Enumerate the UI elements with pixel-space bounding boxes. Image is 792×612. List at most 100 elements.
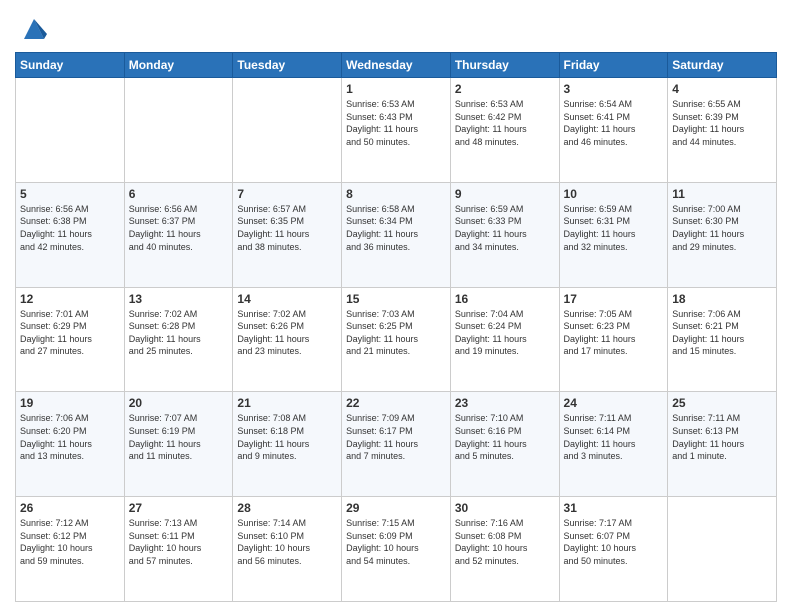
calendar-cell: 10 Sunrise: 6:59 AM Sunset: 6:31 PM Dayli… (559, 182, 668, 287)
header-wednesday: Wednesday (342, 53, 451, 78)
day-number: 22 (346, 396, 446, 410)
calendar-cell: 3 Sunrise: 6:54 AM Sunset: 6:41 PM Daylig… (559, 78, 668, 183)
calendar-cell: 30Sunrise: 7:16 AM Sunset: 6:08 PM Dayli… (450, 497, 559, 602)
calendar-week-1: 5 Sunrise: 6:56 AM Sunset: 6:38 PM Daylig… (16, 182, 777, 287)
day-number: 10 (564, 187, 664, 201)
logo-icon (19, 14, 49, 44)
day-number: 2 (455, 82, 555, 96)
day-info: Sunrise: 7:09 AM Sunset: 6:17 PM Dayligh… (346, 412, 446, 462)
day-info: Sunrise: 6:54 AM Sunset: 6:41 PM Dayligh… (564, 98, 664, 148)
day-number: 11 (672, 187, 772, 201)
calendar-cell: 1Sunrise: 6:53 AM Sunset: 6:43 PM Daylig… (342, 78, 451, 183)
calendar-week-2: 12 Sunrise: 7:01 AM Sunset: 6:29 PM Dayli… (16, 287, 777, 392)
day-info: Sunrise: 7:13 AM Sunset: 6:11 PM Dayligh… (129, 517, 229, 567)
day-number: 27 (129, 501, 229, 515)
day-info: Sunrise: 7:11 AM Sunset: 6:14 PM Dayligh… (564, 412, 664, 462)
day-info: Sunrise: 7:01 AM Sunset: 6:29 PM Dayligh… (20, 308, 120, 358)
day-info: Sunrise: 7:00 AM Sunset: 6:30 PM Dayligh… (672, 203, 772, 253)
calendar-cell: 5 Sunrise: 6:56 AM Sunset: 6:38 PM Daylig… (16, 182, 125, 287)
day-info: Sunrise: 6:59 AM Sunset: 6:33 PM Dayligh… (455, 203, 555, 253)
calendar-cell (668, 497, 777, 602)
day-number: 30 (455, 501, 555, 515)
calendar-cell: 6 Sunrise: 6:56 AM Sunset: 6:37 PM Daylig… (124, 182, 233, 287)
day-info: Sunrise: 6:57 AM Sunset: 6:35 PM Dayligh… (237, 203, 337, 253)
calendar-header-row: Sunday Monday Tuesday Wednesday Thursday… (16, 53, 777, 78)
day-info: Sunrise: 7:17 AM Sunset: 6:07 PM Dayligh… (564, 517, 664, 567)
calendar-cell: 24 Sunrise: 7:11 AM Sunset: 6:14 PM Dayli… (559, 392, 668, 497)
day-number: 6 (129, 187, 229, 201)
calendar-cell: 23 Sunrise: 7:10 AM Sunset: 6:16 PM Dayli… (450, 392, 559, 497)
day-info: Sunrise: 6:56 AM Sunset: 6:38 PM Dayligh… (20, 203, 120, 253)
day-number: 9 (455, 187, 555, 201)
calendar-cell: 28 Sunrise: 7:14 AM Sunset: 6:10 PM Dayli… (233, 497, 342, 602)
day-info: Sunrise: 6:58 AM Sunset: 6:34 PM Dayligh… (346, 203, 446, 253)
day-info: Sunrise: 7:10 AM Sunset: 6:16 PM Dayligh… (455, 412, 555, 462)
day-number: 3 (564, 82, 664, 96)
day-info: Sunrise: 7:06 AM Sunset: 6:20 PM Dayligh… (20, 412, 120, 462)
day-number: 12 (20, 292, 120, 306)
day-number: 24 (564, 396, 664, 410)
calendar-cell: 21 Sunrise: 7:08 AM Sunset: 6:18 PM Dayli… (233, 392, 342, 497)
day-number: 15 (346, 292, 446, 306)
calendar-week-0: 1Sunrise: 6:53 AM Sunset: 6:43 PM Daylig… (16, 78, 777, 183)
day-number: 13 (129, 292, 229, 306)
day-number: 8 (346, 187, 446, 201)
day-info: Sunrise: 7:12 AM Sunset: 6:12 PM Dayligh… (20, 517, 120, 567)
calendar-cell: 25 Sunrise: 7:11 AM Sunset: 6:13 PM Dayli… (668, 392, 777, 497)
page-container: Sunday Monday Tuesday Wednesday Thursday… (0, 0, 792, 612)
calendar-cell: 20Sunrise: 7:07 AM Sunset: 6:19 PM Dayli… (124, 392, 233, 497)
calendar-cell: 2 Sunrise: 6:53 AM Sunset: 6:42 PM Daylig… (450, 78, 559, 183)
calendar-cell: 9 Sunrise: 6:59 AM Sunset: 6:33 PM Daylig… (450, 182, 559, 287)
day-number: 16 (455, 292, 555, 306)
calendar-cell: 18 Sunrise: 7:06 AM Sunset: 6:21 PM Dayli… (668, 287, 777, 392)
header-thursday: Thursday (450, 53, 559, 78)
day-info: Sunrise: 7:06 AM Sunset: 6:21 PM Dayligh… (672, 308, 772, 358)
day-number: 31 (564, 501, 664, 515)
day-number: 19 (20, 396, 120, 410)
header-sunday: Sunday (16, 53, 125, 78)
calendar-cell: 14Sunrise: 7:02 AM Sunset: 6:26 PM Dayli… (233, 287, 342, 392)
calendar-cell: 26 Sunrise: 7:12 AM Sunset: 6:12 PM Dayli… (16, 497, 125, 602)
calendar-week-3: 19 Sunrise: 7:06 AM Sunset: 6:20 PM Dayli… (16, 392, 777, 497)
calendar-cell (124, 78, 233, 183)
day-number: 21 (237, 396, 337, 410)
day-info: Sunrise: 7:08 AM Sunset: 6:18 PM Dayligh… (237, 412, 337, 462)
calendar-table: Sunday Monday Tuesday Wednesday Thursday… (15, 52, 777, 602)
calendar-cell: 12 Sunrise: 7:01 AM Sunset: 6:29 PM Dayli… (16, 287, 125, 392)
calendar-cell (16, 78, 125, 183)
day-info: Sunrise: 7:15 AM Sunset: 6:09 PM Dayligh… (346, 517, 446, 567)
day-number: 1 (346, 82, 446, 96)
calendar-cell: 22 Sunrise: 7:09 AM Sunset: 6:17 PM Dayli… (342, 392, 451, 497)
day-number: 20 (129, 396, 229, 410)
day-info: Sunrise: 7:02 AM Sunset: 6:26 PM Dayligh… (237, 308, 337, 358)
day-info: Sunrise: 6:56 AM Sunset: 6:37 PM Dayligh… (129, 203, 229, 253)
day-number: 28 (237, 501, 337, 515)
day-number: 17 (564, 292, 664, 306)
day-info: Sunrise: 7:11 AM Sunset: 6:13 PM Dayligh… (672, 412, 772, 462)
calendar-cell: 17Sunrise: 7:05 AM Sunset: 6:23 PM Dayli… (559, 287, 668, 392)
day-info: Sunrise: 7:02 AM Sunset: 6:28 PM Dayligh… (129, 308, 229, 358)
day-info: Sunrise: 6:53 AM Sunset: 6:42 PM Dayligh… (455, 98, 555, 148)
header-monday: Monday (124, 53, 233, 78)
calendar-cell: 13 Sunrise: 7:02 AM Sunset: 6:28 PM Dayli… (124, 287, 233, 392)
day-info: Sunrise: 7:14 AM Sunset: 6:10 PM Dayligh… (237, 517, 337, 567)
day-info: Sunrise: 7:04 AM Sunset: 6:24 PM Dayligh… (455, 308, 555, 358)
day-number: 5 (20, 187, 120, 201)
logo (15, 14, 49, 44)
calendar-cell (233, 78, 342, 183)
day-number: 18 (672, 292, 772, 306)
calendar-cell: 19 Sunrise: 7:06 AM Sunset: 6:20 PM Dayli… (16, 392, 125, 497)
calendar-week-4: 26 Sunrise: 7:12 AM Sunset: 6:12 PM Dayli… (16, 497, 777, 602)
calendar-cell: 31 Sunrise: 7:17 AM Sunset: 6:07 PM Dayli… (559, 497, 668, 602)
calendar-cell: 4Sunrise: 6:55 AM Sunset: 6:39 PM Daylig… (668, 78, 777, 183)
day-number: 23 (455, 396, 555, 410)
header-saturday: Saturday (668, 53, 777, 78)
header (15, 10, 777, 44)
day-number: 26 (20, 501, 120, 515)
calendar-cell: 11 Sunrise: 7:00 AM Sunset: 6:30 PM Dayli… (668, 182, 777, 287)
header-tuesday: Tuesday (233, 53, 342, 78)
day-info: Sunrise: 6:59 AM Sunset: 6:31 PM Dayligh… (564, 203, 664, 253)
header-friday: Friday (559, 53, 668, 78)
day-info: Sunrise: 7:03 AM Sunset: 6:25 PM Dayligh… (346, 308, 446, 358)
day-number: 25 (672, 396, 772, 410)
